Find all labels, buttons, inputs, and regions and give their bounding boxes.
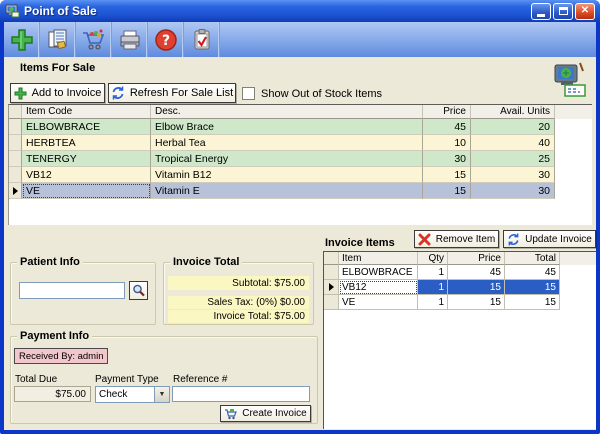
col-price[interactable]: Price: [423, 105, 471, 119]
received-by-badge: Received By: admin: [14, 348, 108, 364]
plus-icon: [14, 87, 27, 100]
patient-info-group: Patient Info: [10, 262, 156, 325]
table-row[interactable]: ELBOWBRACE 1 45 45: [324, 265, 596, 280]
tasks-toolbar-button[interactable]: [184, 22, 220, 57]
reports-toolbar-button[interactable]: [40, 22, 76, 57]
invoice-items-grid: Item Qty Price Total ELBOWBRACE 1 45 45 …: [323, 251, 596, 429]
reference-label: Reference #: [173, 374, 227, 385]
add-to-invoice-button[interactable]: Add to Invoice: [10, 83, 105, 103]
col-qty[interactable]: Qty: [418, 252, 448, 265]
items-grid-header: Item Code Desc. Price Avail. Units: [9, 105, 592, 119]
refresh-icon: [507, 233, 520, 246]
col-avail-units[interactable]: Avail. Units: [471, 105, 555, 119]
row-selector-header: [324, 252, 339, 265]
create-invoice-cart-icon: [224, 408, 237, 420]
invoice-grid-header: Item Qty Price Total: [324, 252, 596, 265]
subtotal-value: Subtotal: $75.00: [168, 276, 309, 290]
table-row[interactable]: VB12 Vitamin B12 15 30: [9, 167, 592, 183]
table-row[interactable]: TENERGY Tropical Energy 30 25: [9, 151, 592, 167]
current-row-arrow-icon: [13, 187, 18, 195]
close-button[interactable]: ✕: [575, 3, 595, 20]
patient-search-button[interactable]: [129, 281, 148, 300]
toolbar: ?: [4, 22, 596, 57]
pos-window: Point of Sale ✕: [0, 0, 600, 434]
add-toolbar-button[interactable]: [4, 22, 40, 57]
table-row-selected[interactable]: VE Vitamin E 15 30: [9, 183, 592, 199]
cart-icon: [81, 28, 106, 52]
svg-text:?: ?: [161, 33, 169, 49]
payment-type-dropdown[interactable]: Check ▼: [95, 386, 170, 403]
refresh-icon: [111, 86, 125, 100]
maximize-button[interactable]: [553, 3, 573, 20]
show-out-of-stock-label: Show Out of Stock Items: [261, 88, 382, 100]
invoice-total-group: Invoice Total Subtotal: $75.00 Sales Tax…: [163, 262, 314, 325]
bottom-panel: Patient Info Invoice Total Subtotal: $75…: [4, 225, 596, 430]
col-item-code[interactable]: Item Code: [22, 105, 151, 119]
total-due-field: $75.00: [14, 386, 91, 402]
title-bar[interactable]: Point of Sale ✕: [0, 0, 600, 22]
row-marker: [9, 183, 22, 199]
payment-type-value: Check: [96, 387, 154, 402]
update-invoice-button[interactable]: Update Invoice: [503, 230, 596, 248]
table-row[interactable]: VE 1 15 15: [324, 295, 596, 310]
col-total[interactable]: Total: [505, 252, 560, 265]
items-for-sale-grid: Item Code Desc. Price Avail. Units ELBOW…: [8, 104, 592, 225]
show-out-of-stock-checkbox[interactable]: [242, 87, 255, 100]
create-invoice-button[interactable]: Create Invoice: [220, 405, 311, 422]
payment-type-label: Payment Type: [95, 374, 159, 385]
chevron-down-icon[interactable]: ▼: [154, 387, 169, 402]
payment-info-group: Payment Info Received By: admin Total Du…: [10, 336, 318, 424]
sales-tax-value: Sales Tax: (0%) $0.00: [168, 296, 309, 309]
table-row[interactable]: ELBOWBRACE Elbow Brace 45 20: [9, 119, 592, 135]
content-area: Items For Sale Add to Invoice Refresh Fo…: [4, 57, 596, 430]
invoice-items-title: Invoice Items: [325, 237, 395, 249]
invoice-total-value: Invoice Total: $75.00: [168, 310, 309, 323]
search-icon: [132, 284, 145, 297]
table-row[interactable]: HERBTEA Herbal Tea 10 40: [9, 135, 592, 151]
clipboard-icon: [190, 28, 214, 52]
total-due-label: Total Due: [15, 374, 57, 385]
reference-input[interactable]: [172, 386, 310, 402]
printer-icon: [118, 28, 142, 52]
reports-icon: [46, 28, 70, 52]
plus-icon: [10, 28, 34, 52]
minimize-button[interactable]: [531, 3, 551, 20]
patient-search-input[interactable]: [19, 282, 125, 299]
remove-x-icon: [418, 233, 431, 246]
window-title: Point of Sale: [24, 4, 531, 18]
col-price[interactable]: Price: [448, 252, 505, 265]
help-toolbar-button[interactable]: ?: [148, 22, 184, 57]
current-row-arrow-icon: [329, 283, 334, 291]
print-toolbar-button[interactable]: [112, 22, 148, 57]
help-icon: ?: [154, 28, 178, 52]
remove-item-button[interactable]: Remove Item: [414, 230, 499, 248]
payment-info-title: Payment Info: [17, 330, 92, 342]
register-icon: [551, 59, 589, 99]
table-row-selected[interactable]: VB12 1 15 15: [324, 280, 596, 295]
items-for-sale-title: Items For Sale: [20, 62, 95, 74]
refresh-for-sale-list-button[interactable]: Refresh For Sale List: [108, 83, 236, 103]
row-marker: [324, 280, 339, 295]
invoice-total-title: Invoice Total: [170, 256, 242, 268]
col-item[interactable]: Item: [339, 252, 418, 265]
row-selector-header: [9, 105, 22, 119]
patient-info-title: Patient Info: [17, 256, 83, 268]
col-desc[interactable]: Desc.: [151, 105, 423, 119]
cart-toolbar-button[interactable]: [76, 22, 112, 57]
app-icon: [5, 4, 20, 18]
